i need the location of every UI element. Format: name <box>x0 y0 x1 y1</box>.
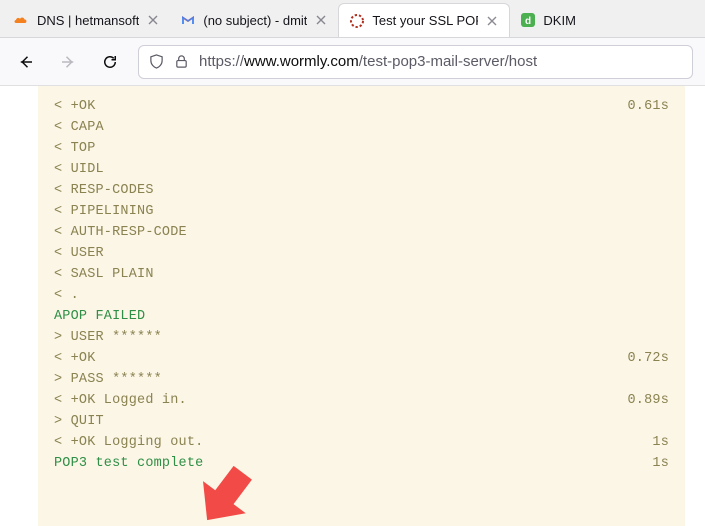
gmail-icon <box>180 12 196 28</box>
log-time: 0.89s <box>607 390 669 411</box>
log-row: < +OK 0.72s <box>54 348 669 369</box>
log-row: < RESP-CODES <box>54 180 669 201</box>
tab-label: Test your SSL POP <box>372 13 478 28</box>
log-row: > USER ****** <box>54 327 669 348</box>
reload-button[interactable] <box>96 48 124 76</box>
log-row: < CAPA <box>54 117 669 138</box>
log-row: < +OK 0.61s <box>54 96 669 117</box>
url-text: https://www.wormly.com/test-pop3-mail-se… <box>199 53 537 70</box>
log-row: < +OK Logged in. 0.89s <box>54 390 669 411</box>
cloudflare-icon <box>14 12 30 28</box>
forward-button[interactable] <box>54 48 82 76</box>
url-path: /test-pop3-mail-server/host <box>359 53 537 70</box>
log-output: < +OK0.61s< CAPA< TOP< UIDL< RESP-CODES<… <box>54 96 669 474</box>
close-icon[interactable] <box>314 13 328 27</box>
log-text: < +OK Logging out. <box>54 432 203 453</box>
log-row: < AUTH-RESP-CODE <box>54 222 669 243</box>
tab-strip: DNS | hetmansoft (no subject) - dmit Tes… <box>0 0 705 38</box>
tab-label: DNS | hetmansoft <box>37 13 139 28</box>
log-text: < USER <box>54 243 104 264</box>
log-row: < +OK Logging out. 1s <box>54 432 669 453</box>
log-row: < . <box>54 285 669 306</box>
shield-icon <box>149 54 164 69</box>
tab-label: (no subject) - dmit <box>203 13 307 28</box>
toolbar: https://www.wormly.com/test-pop3-mail-se… <box>0 38 705 86</box>
log-row: < SASL PLAIN <box>54 264 669 285</box>
url-host: www.wormly.com <box>244 53 359 70</box>
log-text: POP3 test complete <box>54 453 203 474</box>
log-row: < PIPELINING <box>54 201 669 222</box>
log-text: < CAPA <box>54 117 104 138</box>
log-row: APOP FAILED <box>54 306 669 327</box>
log-text: < . <box>54 285 79 306</box>
wormly-icon <box>349 13 365 29</box>
url-scheme: https:// <box>199 53 244 70</box>
log-row: > QUIT <box>54 411 669 432</box>
back-button[interactable] <box>12 48 40 76</box>
log-row: > PASS ****** <box>54 369 669 390</box>
log-time: 0.72s <box>607 348 669 369</box>
close-icon[interactable] <box>146 13 160 27</box>
log-time: 1s <box>632 453 669 474</box>
tab-gmail[interactable]: (no subject) - dmit <box>170 3 338 37</box>
dkim-icon: d <box>520 12 536 28</box>
log-text: < +OK <box>54 348 96 369</box>
log-text: < AUTH-RESP-CODE <box>54 222 187 243</box>
log-text: > QUIT <box>54 411 104 432</box>
log-row: < UIDL <box>54 159 669 180</box>
log-text: < +OK <box>54 96 96 117</box>
log-text: < TOP <box>54 138 96 159</box>
url-bar[interactable]: https://www.wormly.com/test-pop3-mail-se… <box>138 45 693 79</box>
log-row: < USER <box>54 243 669 264</box>
tab-wormly[interactable]: Test your SSL POP <box>338 3 510 37</box>
log-text: < UIDL <box>54 159 104 180</box>
log-time: 0.61s <box>607 96 669 117</box>
log-text: < SASL PLAIN <box>54 264 154 285</box>
tab-label: DKIM <box>543 13 576 28</box>
test-output-panel: < +OK0.61s< CAPA< TOP< UIDL< RESP-CODES<… <box>38 86 685 526</box>
tab-dkim[interactable]: d DKIM <box>510 3 586 37</box>
log-text: APOP FAILED <box>54 306 145 327</box>
log-time: 1s <box>632 432 669 453</box>
log-row: POP3 test complete 1s <box>54 453 669 474</box>
close-icon[interactable] <box>485 14 499 28</box>
lock-icon <box>174 54 189 69</box>
log-text: < RESP-CODES <box>54 180 154 201</box>
log-text: > USER ****** <box>54 327 162 348</box>
log-row: < TOP <box>54 138 669 159</box>
log-text: < +OK Logged in. <box>54 390 187 411</box>
svg-text:d: d <box>525 16 531 27</box>
log-text: < PIPELINING <box>54 201 154 222</box>
page-viewport: < +OK0.61s< CAPA< TOP< UIDL< RESP-CODES<… <box>0 86 705 526</box>
log-text: > PASS ****** <box>54 369 162 390</box>
tab-dns[interactable]: DNS | hetmansoft <box>4 3 170 37</box>
